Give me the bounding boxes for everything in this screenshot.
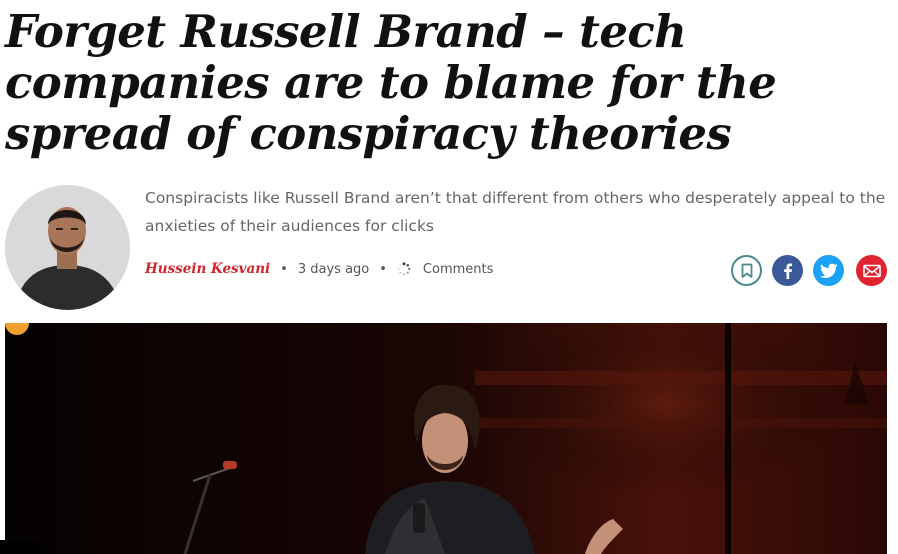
image-corner-mark bbox=[0, 540, 40, 554]
bookmark-icon bbox=[741, 263, 752, 278]
separator-dot: • bbox=[280, 261, 288, 277]
twitter-icon bbox=[819, 263, 838, 278]
published-time: 3 days ago bbox=[297, 261, 370, 277]
bookmark-button[interactable] bbox=[731, 255, 762, 286]
comments-link[interactable]: Comments bbox=[423, 262, 493, 277]
article-headline: Forget Russell Brand – tech companies ar… bbox=[5, 5, 777, 160]
separator-dot: • bbox=[379, 261, 387, 277]
loading-spinner-icon bbox=[397, 262, 411, 276]
email-share-button[interactable] bbox=[856, 255, 887, 286]
byline: Hussein Kesvani • 3 days ago • Comments bbox=[145, 258, 493, 280]
article-standfirst: Conspiracists like Russell Brand aren’t … bbox=[145, 189, 886, 235]
facebook-share-button[interactable] bbox=[772, 255, 803, 286]
stage-photo bbox=[5, 323, 887, 554]
email-icon bbox=[862, 264, 881, 277]
facebook-icon bbox=[783, 263, 792, 279]
author-link[interactable]: Hussein Kesvani bbox=[145, 261, 270, 277]
author-photo bbox=[5, 185, 130, 310]
hero-image bbox=[5, 323, 887, 554]
twitter-share-button[interactable] bbox=[813, 255, 844, 286]
author-avatar[interactable] bbox=[5, 185, 130, 310]
